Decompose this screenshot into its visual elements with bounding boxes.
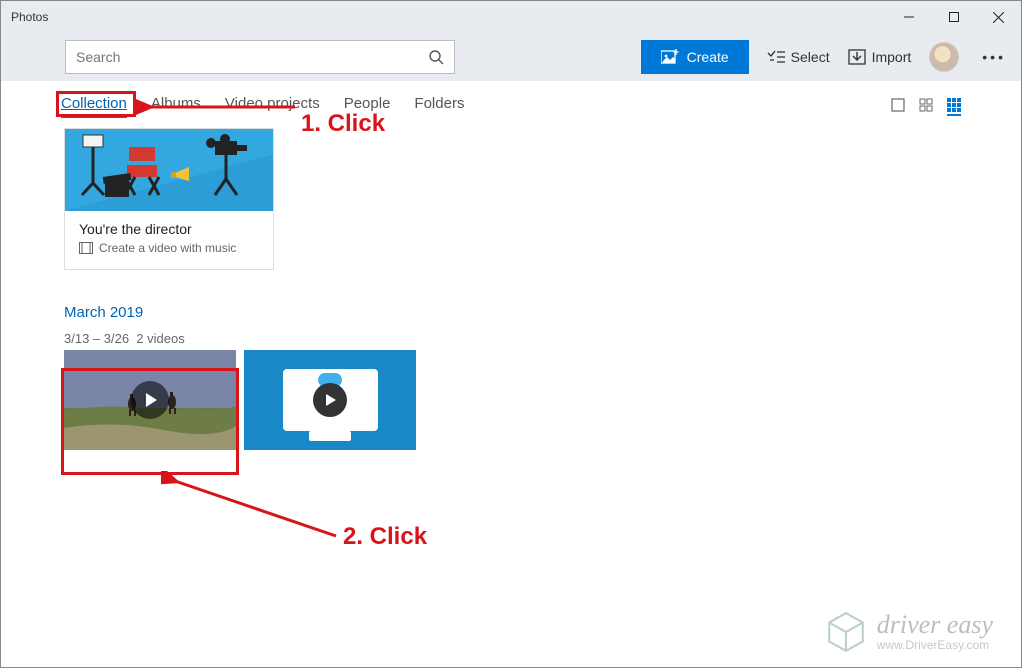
select-button[interactable]: Select: [767, 49, 830, 65]
select-label: Select: [791, 49, 830, 65]
titlebar: Photos: [1, 1, 1021, 33]
tab-video-projects[interactable]: Video projects: [225, 95, 320, 118]
tabs-row: Collection Albums Video projects People …: [1, 81, 1021, 124]
import-icon: [848, 49, 866, 65]
director-card[interactable]: You're the director Create a video with …: [64, 128, 274, 270]
close-button[interactable]: [976, 1, 1021, 33]
director-card-subtitle: Create a video with music: [99, 241, 236, 255]
search-box[interactable]: [65, 40, 455, 74]
video-icon: [79, 242, 93, 254]
play-icon: [131, 381, 169, 419]
tab-people[interactable]: People: [344, 95, 391, 118]
date-group-subtitle: 3/13 – 3/26 2 videos: [64, 331, 1021, 346]
more-button[interactable]: •••: [977, 49, 1011, 65]
video-thumb-2[interactable]: [244, 350, 416, 450]
view-mode-buttons: [891, 98, 961, 116]
search-input[interactable]: [76, 49, 428, 65]
nav-tabs: Collection Albums Video projects People …: [61, 95, 464, 118]
create-button[interactable]: Create: [641, 40, 749, 74]
watermark-brand: driver easy: [877, 612, 993, 638]
director-card-image: [65, 129, 273, 211]
maximize-button[interactable]: [931, 1, 976, 33]
watermark: driver easy www.DriverEasy.com: [825, 611, 993, 653]
create-label: Create: [687, 49, 729, 65]
thumbnail-row: [64, 350, 1021, 450]
view-grid2-icon[interactable]: [919, 98, 933, 116]
tab-albums[interactable]: Albums: [151, 95, 201, 118]
select-icon: [767, 50, 785, 64]
create-icon: [661, 49, 679, 65]
watermark-url: www.DriverEasy.com: [877, 638, 993, 652]
content-area: Collection Albums Video projects People …: [1, 81, 1021, 667]
illustration-icon: [65, 129, 273, 211]
annotation-text-2: 2. Click: [343, 523, 427, 551]
date-group-title[interactable]: March 2019: [64, 304, 1021, 321]
user-avatar[interactable]: [929, 42, 959, 72]
tab-collection[interactable]: Collection: [61, 95, 127, 118]
minimize-button[interactable]: [886, 1, 931, 33]
tab-folders[interactable]: Folders: [414, 95, 464, 118]
monitor-icon: [283, 369, 378, 431]
view-grid3-icon[interactable]: [947, 98, 961, 116]
toolbar: Create Select Import •••: [1, 33, 1021, 81]
video-thumb-1[interactable]: [64, 350, 236, 450]
director-card-title: You're the director: [79, 221, 259, 237]
window-controls: [886, 1, 1021, 33]
window-title: Photos: [11, 10, 48, 24]
import-label: Import: [872, 49, 912, 65]
search-icon: [428, 49, 444, 65]
app-window: Photos Create: [0, 0, 1022, 668]
date-group: March 2019 3/13 – 3/26 2 videos: [64, 304, 1021, 450]
import-button[interactable]: Import: [848, 49, 912, 65]
watermark-logo-icon: [825, 611, 867, 653]
annotation-arrow-2: [161, 471, 351, 546]
view-single-icon[interactable]: [891, 98, 905, 116]
